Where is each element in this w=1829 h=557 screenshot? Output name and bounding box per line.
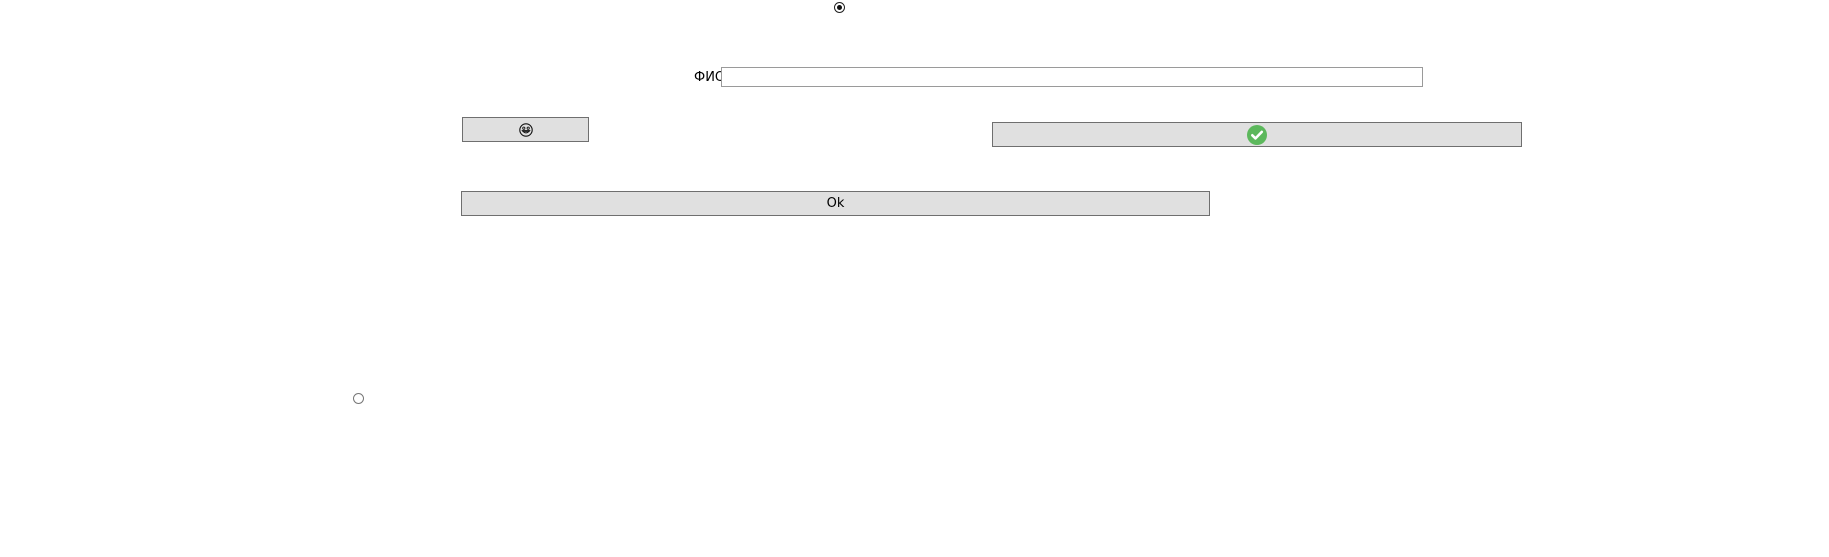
check-circle-icon: [1247, 124, 1267, 145]
confirm-check-button[interactable]: [992, 122, 1522, 147]
radio-button-bottom[interactable]: [353, 393, 364, 404]
radio-button-top[interactable]: [834, 2, 845, 13]
emoji-button[interactable]: [462, 117, 589, 142]
ok-button[interactable]: Ok: [461, 191, 1210, 216]
radio-selected-dot: [837, 5, 842, 10]
grinning-face-icon: [518, 122, 533, 137]
fio-input[interactable]: [721, 67, 1423, 87]
page: ФИО Ok: [0, 0, 1829, 557]
